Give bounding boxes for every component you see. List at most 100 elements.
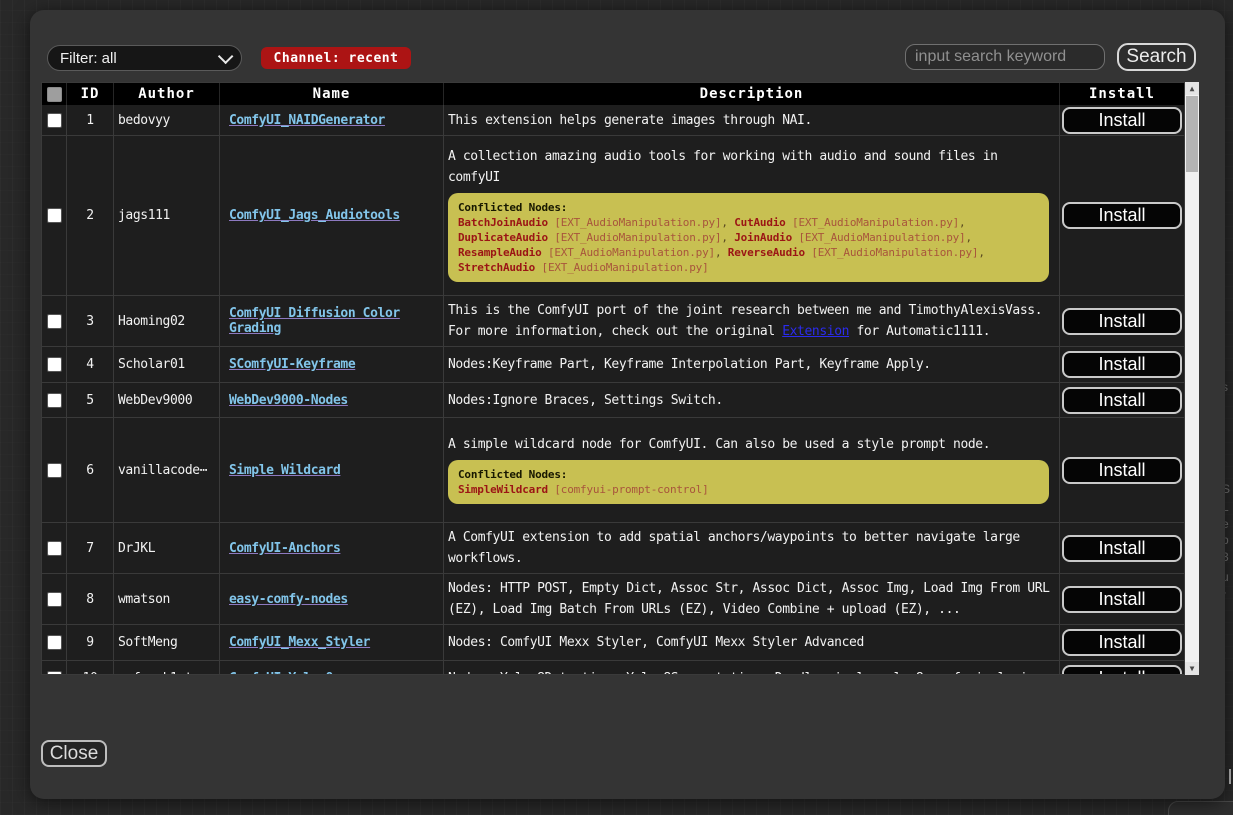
conflict-node-source: [EXT_AudioManipulation.py] [811, 246, 978, 259]
conflicted-nodes-list: BatchJoinAudio [EXT_AudioManipulation.py… [458, 215, 1039, 275]
extension-name-link[interactable]: ComfyUI_Jags_Audiotools [229, 208, 400, 223]
extension-name-link[interactable]: easy-comfy-nodes [229, 592, 348, 607]
row-checkbox[interactable] [47, 314, 62, 329]
conflicted-nodes-title: Conflicted Nodes: [458, 467, 1039, 482]
cell-id: 7 [67, 523, 114, 573]
table-row: 5WebDev9000WebDev9000-NodesNodes:Ignore … [42, 383, 1184, 418]
row-checkbox[interactable] [47, 113, 62, 128]
row-checkbox[interactable] [47, 635, 62, 650]
filter-selected-value: Filter: all [60, 50, 117, 67]
header-description: Description [444, 83, 1060, 105]
cell-name: Simple Wildcard [220, 418, 444, 522]
cell-id: 3 [67, 296, 114, 346]
conflict-node-name: DuplicateAudio [458, 231, 548, 244]
cell-name: ComfyUI Diffusion Color Grading [220, 296, 444, 346]
cell-description: Nodes: Yolov8Detection, Yolov8Segmentati… [444, 661, 1060, 674]
cell-id: 8 [67, 574, 114, 624]
description-link[interactable]: Extension [782, 324, 849, 339]
table-body: 1bedovyy ComfyUI_NAIDGenerator This extens… [42, 105, 1184, 674]
background-text-fragment: u [1225, 570, 1229, 584]
row-checkbox[interactable] [47, 208, 62, 223]
cell-author: vanillacode⋯ [114, 418, 220, 522]
background-text-fragment: e [1225, 517, 1229, 531]
cell-install: Install [1060, 661, 1184, 674]
background-text-fragment: S [1225, 482, 1230, 496]
install-button[interactable]: Install [1062, 665, 1182, 675]
close-button[interactable]: Close [41, 740, 107, 767]
extension-name-link[interactable]: WebDev9000-Nodes [229, 393, 348, 408]
cell-author: bedovyy [114, 105, 220, 135]
conflicted-nodes-title: Conflicted Nodes: [458, 200, 1039, 215]
search-input[interactable] [905, 44, 1105, 70]
row-checkbox[interactable] [47, 357, 62, 372]
conflict-node-name: BatchJoinAudio [458, 216, 548, 229]
header-install: Install [1060, 83, 1184, 105]
extension-name-link[interactable]: Simple Wildcard [229, 463, 340, 478]
conflict-node-source: [EXT_AudioManipulation.py] [548, 246, 715, 259]
cell-id: 4 [67, 347, 114, 382]
conflicted-nodes-list: SimpleWildcard [comfyui-prompt-control] [458, 482, 1039, 497]
header-select-all [42, 83, 67, 105]
cell-author: SoftMeng [114, 625, 220, 660]
search-button[interactable]: Search [1117, 43, 1196, 71]
channel-badge-button[interactable]: Channel: recent [261, 47, 411, 69]
row-description: A simple wildcard node for ComfyUI. Can … [448, 434, 990, 455]
row-checkbox[interactable] [47, 393, 62, 408]
extension-name-link[interactable]: ComfyUI Diffusion Color Grading [229, 306, 434, 336]
filter-dropdown[interactable]: Filter: all [47, 45, 242, 71]
cell-id: 1 [67, 105, 114, 135]
extension-name-link[interactable]: ComfyUI Yolov8 [229, 671, 333, 675]
cell-checkbox [42, 418, 67, 522]
scrollbar-thumb[interactable] [1186, 96, 1198, 172]
header-name: Name [220, 83, 444, 105]
conflict-node-name: ResampleAudio [458, 246, 542, 259]
table-row: 1bedovyy ComfyUI_NAIDGenerator This extens… [42, 105, 1184, 136]
table-row: 8wmatsoneasy-comfy-nodesNodes: HTTP POST… [42, 574, 1184, 625]
background-text-fragment: p [1225, 533, 1229, 547]
install-button[interactable]: Install [1062, 387, 1182, 414]
install-button[interactable]: Install [1062, 351, 1182, 378]
select-all-checkbox[interactable] [47, 87, 62, 102]
cell-author: WebDev9000 [114, 383, 220, 417]
install-button[interactable]: Install [1062, 202, 1182, 229]
install-button[interactable]: Install [1062, 308, 1182, 335]
install-button[interactable]: Install [1062, 629, 1182, 656]
row-checkbox[interactable] [47, 592, 62, 607]
row-checkbox[interactable] [47, 541, 62, 556]
table-row: 10zcfrank1stComfyUI Yolov8Nodes: Yolov8D… [42, 661, 1184, 674]
conflict-node-name: CutAudio [734, 216, 785, 229]
header-id: ID [67, 83, 114, 105]
scrollbar-down-arrow-icon[interactable]: ▼ [1185, 662, 1199, 675]
row-checkbox[interactable] [47, 463, 62, 478]
cell-id: 2 [67, 136, 114, 295]
install-button[interactable]: Install [1062, 535, 1182, 562]
install-button[interactable]: Install [1062, 586, 1182, 613]
conflicted-nodes-box: Conflicted Nodes:SimpleWildcard [comfyui… [448, 460, 1049, 504]
conflict-node-name: SimpleWildcard [458, 483, 548, 496]
extension-name-link[interactable]: ComfyUI_NAIDGenerator [229, 113, 385, 128]
cell-author: Scholar01 [114, 347, 220, 382]
extension-name-link[interactable]: ComfyUI-Anchors [229, 541, 340, 556]
install-button[interactable]: Install [1062, 457, 1182, 484]
install-button[interactable]: Install [1062, 107, 1182, 134]
background-menu-fragments: sSLep3ur [1225, 0, 1233, 815]
cell-checkbox [42, 347, 67, 382]
install-custom-nodes-dialog: Filter: all Channel: recent Search ID Au… [30, 10, 1225, 799]
cell-name: SComfyUI-Keyframe [220, 347, 444, 382]
cell-description: Nodes: ComfyUI Mexx Styler, ComfyUI Mexx… [444, 625, 1060, 660]
table-scrollbar[interactable]: ▲ ▼ [1185, 82, 1199, 675]
extension-name-link[interactable]: SComfyUI-Keyframe [229, 357, 355, 372]
background-text-fragment: L [1225, 500, 1229, 514]
scrollbar-up-arrow-icon[interactable]: ▲ [1185, 82, 1199, 95]
cell-description: Nodes: HTTP POST, Empty Dict, Assoc Str,… [444, 574, 1060, 624]
cell-checkbox [42, 136, 67, 295]
row-checkbox[interactable] [47, 671, 62, 675]
conflict-node-source: [EXT_AudioManipulation.py] [542, 261, 709, 274]
cell-name: WebDev9000-Nodes [220, 383, 444, 417]
cell-name: ComfyUI-Anchors [220, 523, 444, 573]
cell-name: easy-comfy-nodes [220, 574, 444, 624]
extension-name-link[interactable]: ComfyUI_Mexx_Styler [229, 635, 370, 650]
cell-description: This extension helps generate images thr… [444, 105, 1060, 135]
conflict-node-name: ReverseAudio [728, 246, 805, 259]
row-description: Nodes:Keyframe Part, Keyframe Interpolat… [448, 354, 931, 375]
